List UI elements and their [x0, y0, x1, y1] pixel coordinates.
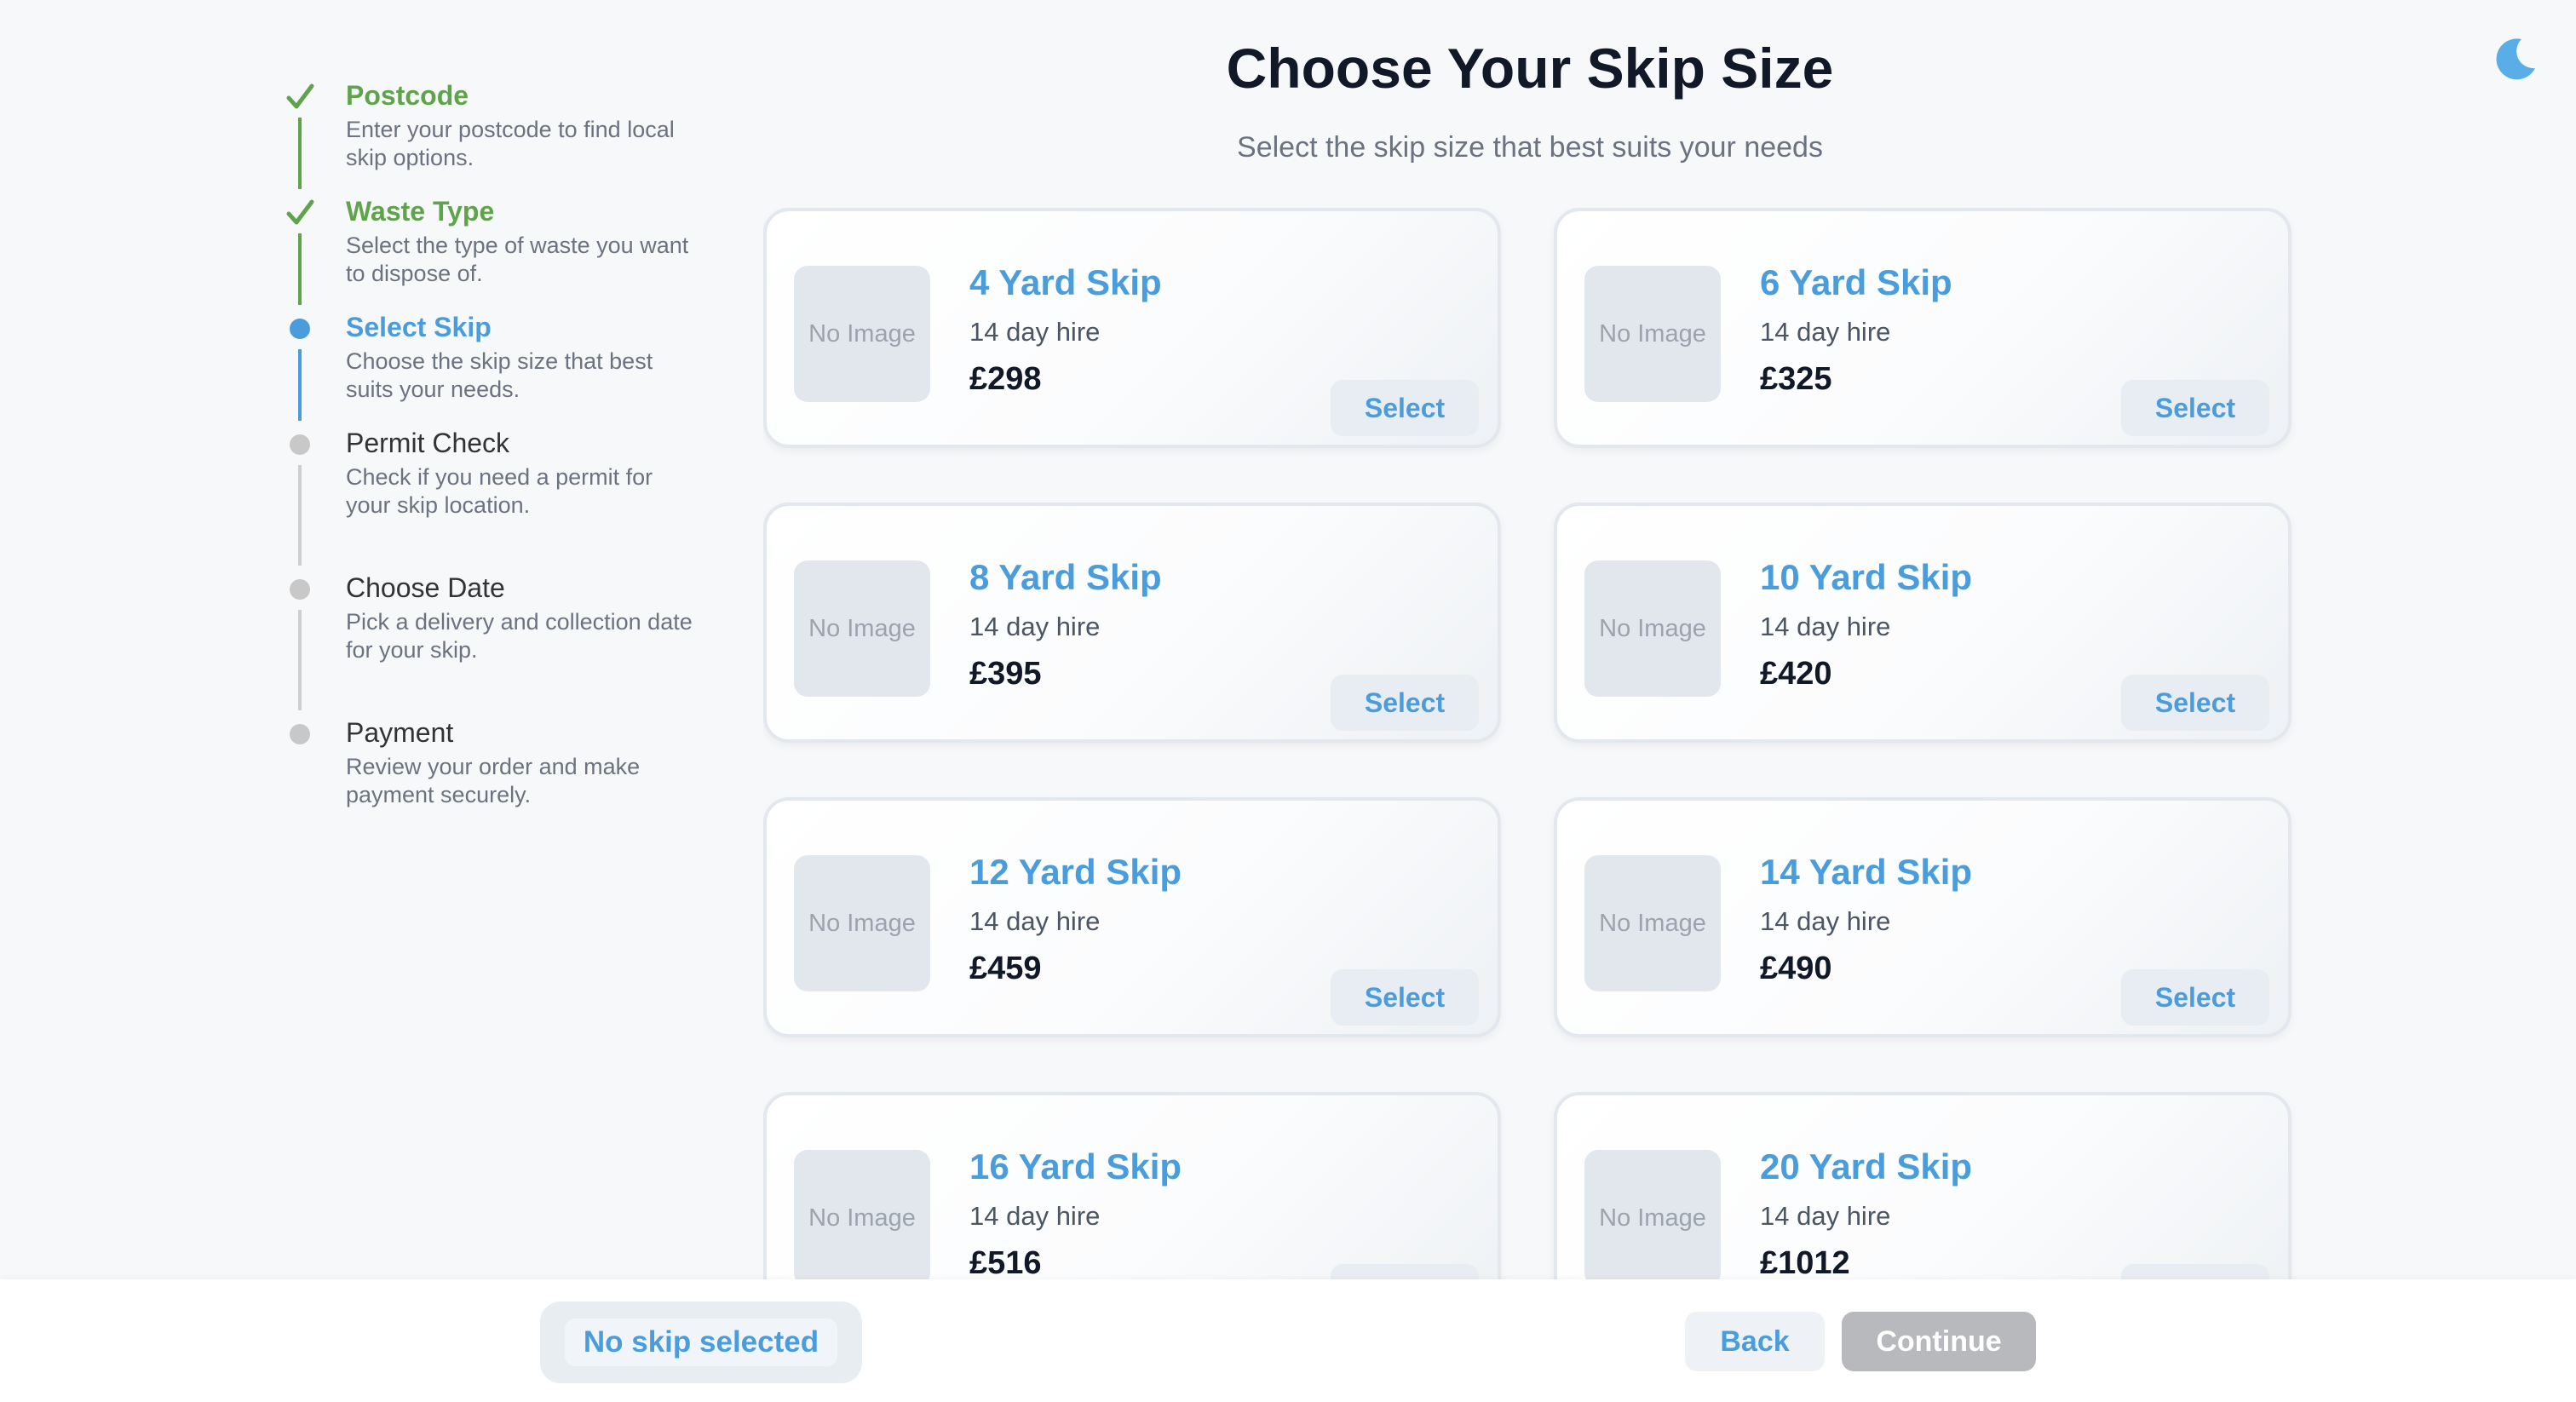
- step-title: Permit Check: [346, 428, 510, 458]
- skip-name: 10 Yard Skip: [1760, 557, 1973, 597]
- step-title: Postcode: [346, 80, 469, 111]
- hire-period: 14 day hire: [1760, 612, 1891, 641]
- skip-price: £1012: [1760, 1245, 1850, 1279]
- skip-price: £395: [969, 656, 1042, 692]
- step-description: Select the type of waste you want to dis…: [346, 233, 689, 286]
- step-dot-icon: [281, 715, 319, 753]
- skip-card[interactable]: No Image 8 Yard Skip 14 day hire £395 Select: [763, 503, 1501, 743]
- hire-period: 14 day hire: [1760, 906, 1891, 936]
- select-skip-button[interactable]: Select: [1331, 969, 1479, 1026]
- hire-period: 14 day hire: [1760, 317, 1891, 347]
- skip-price: £420: [1760, 656, 1832, 692]
- select-skip-button[interactable]: Select: [1331, 380, 1479, 436]
- skip-name: 16 Yard Skip: [969, 1146, 1182, 1187]
- step-description: Choose the skip size that best suits you…: [346, 348, 653, 402]
- step-description: Check if you need a permit for your skip…: [346, 464, 653, 518]
- skip-price: £459: [969, 951, 1042, 986]
- skip-image-placeholder: No Image: [1584, 266, 1721, 402]
- page-title: Choose Your Skip Size: [1226, 37, 1834, 100]
- page-subtitle: Select the skip size that best suits you…: [1237, 131, 1823, 164]
- moon-icon: [2496, 38, 2535, 80]
- select-skip-button[interactable]: Select: [2121, 675, 2269, 731]
- skip-image-placeholder: No Image: [794, 1150, 930, 1279]
- selection-status: No skip selected: [564, 1319, 838, 1366]
- select-skip-button[interactable]: Select: [2121, 1264, 2269, 1279]
- step-description: Pick a delivery and collection date for …: [346, 609, 693, 663]
- skip-image-placeholder: No Image: [794, 855, 930, 991]
- step-dot-icon: [281, 571, 319, 608]
- check-icon: [281, 78, 319, 116]
- skip-name: 20 Yard Skip: [1760, 1146, 1973, 1187]
- step-connector: [298, 465, 302, 566]
- skip-card[interactable]: No Image 10 Yard Skip 14 day hire £420 Selec…: [1554, 503, 2291, 743]
- step-payment: Payment Review your order and make paymen…: [281, 715, 704, 818]
- theme-toggle[interactable]: [2491, 34, 2540, 83]
- hire-period: 14 day hire: [1760, 1201, 1891, 1231]
- skip-price: £516: [969, 1245, 1042, 1279]
- step-connector: [298, 118, 302, 189]
- footer-bar: No skip selected Back Continue: [0, 1279, 2576, 1402]
- step-description: Review your order and make payment secur…: [346, 754, 641, 807]
- skip-image-placeholder: No Image: [1584, 855, 1721, 991]
- skip-price: £325: [1760, 361, 1832, 397]
- step-dot-icon: [281, 310, 319, 348]
- skip-card[interactable]: No Image 20 Yard Skip 14 day hire £1012 Sele…: [1554, 1092, 2291, 1279]
- hire-period: 14 day hire: [969, 612, 1101, 641]
- skip-image-placeholder: No Image: [1584, 1150, 1721, 1279]
- skip-price: £298: [969, 361, 1042, 397]
- step-description: Enter your postcode to find local skip o…: [346, 117, 675, 170]
- check-icon: [281, 194, 319, 232]
- step-connector: [298, 610, 302, 710]
- selection-summary: No skip selected: [540, 1301, 862, 1383]
- skip-card[interactable]: No Image 4 Yard Skip 14 day hire £298 Select: [763, 208, 1501, 448]
- skip-card[interactable]: No Image 16 Yard Skip 14 day hire £516 Selec…: [763, 1092, 1501, 1279]
- step-select-skip: Select Skip Choose the skip size that bes…: [281, 310, 704, 426]
- select-skip-button[interactable]: Select: [2121, 969, 2269, 1026]
- skip-card[interactable]: No Image 6 Yard Skip 14 day hire £325 Select: [1554, 208, 2291, 448]
- step-title: Waste Type: [346, 196, 495, 227]
- hire-period: 14 day hire: [969, 906, 1101, 936]
- step-title: Select Skip: [346, 312, 492, 342]
- step-connector: [298, 233, 302, 305]
- hire-period: 14 day hire: [969, 1201, 1101, 1231]
- hire-period: 14 day hire: [969, 317, 1101, 347]
- skip-name: 6 Yard Skip: [1760, 262, 1952, 302]
- skip-name: 12 Yard Skip: [969, 852, 1182, 892]
- skip-card[interactable]: No Image 12 Yard Skip 14 day hire £459 Selec…: [763, 797, 1501, 1037]
- skip-name: 4 Yard Skip: [969, 262, 1162, 302]
- skip-price: £490: [1760, 951, 1832, 986]
- select-skip-button[interactable]: Select: [1331, 675, 1479, 731]
- skip-image-placeholder: No Image: [794, 266, 930, 402]
- step-postcode: Postcode Enter your postcode to find loca…: [281, 78, 704, 194]
- step-dot-icon: [281, 426, 319, 463]
- select-skip-button[interactable]: Select: [1331, 1264, 1479, 1279]
- step-title: Payment: [346, 717, 454, 748]
- skip-image-placeholder: No Image: [1584, 560, 1721, 697]
- skip-image-placeholder: No Image: [794, 560, 930, 697]
- step-permit-check: Permit Check Check if you need a permit f…: [281, 426, 704, 571]
- select-skip-button[interactable]: Select: [2121, 380, 2269, 436]
- step-waste-type: Waste Type Select the type of waste you w…: [281, 194, 704, 310]
- skip-name: 8 Yard Skip: [969, 557, 1162, 597]
- continue-button[interactable]: Continue: [1842, 1312, 2036, 1371]
- skip-name: 14 Yard Skip: [1760, 852, 1973, 892]
- skip-card[interactable]: No Image 14 Yard Skip 14 day hire £490 Selec…: [1554, 797, 2291, 1037]
- step-connector: [298, 349, 302, 421]
- step-choose-date: Choose Date Pick a delivery and collectio…: [281, 571, 704, 715]
- back-button[interactable]: Back: [1685, 1312, 1825, 1371]
- skip-grid: No Image 4 Yard Skip 14 day hire £298 Select…: [763, 208, 2297, 1279]
- step-title: Choose Date: [346, 572, 505, 603]
